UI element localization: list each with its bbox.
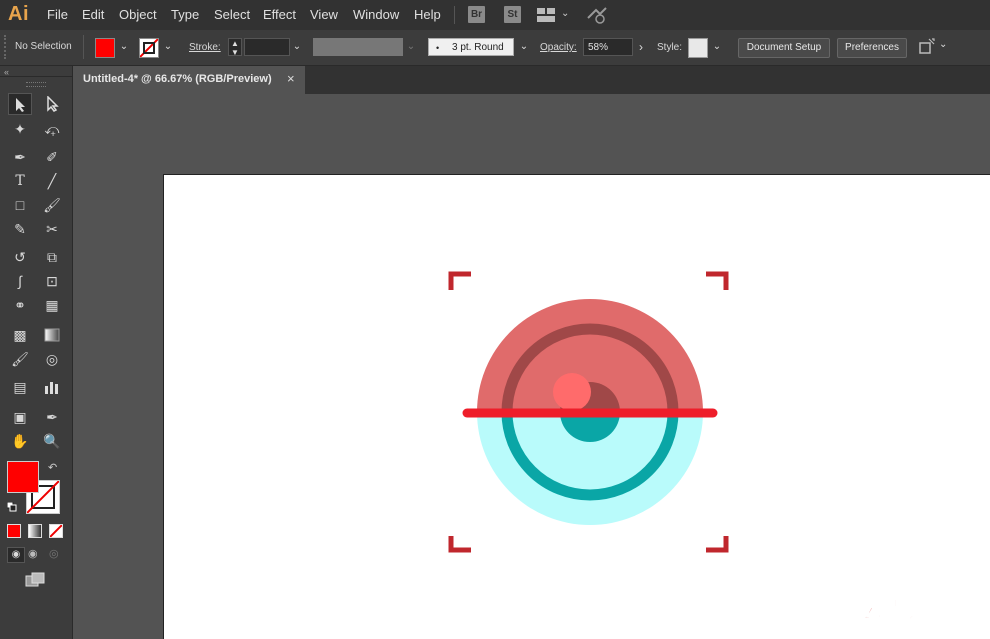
opacity-input[interactable]: 58%: [583, 38, 633, 56]
type-tool-icon[interactable]: T: [8, 170, 32, 192]
fill-dropdown-chevron-icon[interactable]: ⌄: [117, 37, 131, 57]
document-setup-button[interactable]: Document Setup: [738, 38, 830, 58]
control-bar: No Selection ⌄ ⌄ Stroke: ▲ ▼ ⌄ ⌄ • 3 pt. …: [0, 30, 990, 66]
workspace-layout-icon[interactable]: [537, 8, 555, 25]
artboard[interactable]: 云南龙网: [163, 174, 990, 639]
menu-window[interactable]: Window: [353, 7, 399, 22]
line-segment-tool-icon[interactable]: ╱: [40, 170, 64, 192]
bottom-left-bracket: [448, 536, 471, 553]
panel-grip[interactable]: [4, 35, 8, 59]
eyedropper-tool-icon[interactable]: 🖌: [8, 348, 32, 370]
swap-colors-icon[interactable]: ↶: [48, 461, 57, 474]
perspective-grid-tool-icon[interactable]: ▦: [40, 294, 64, 316]
menu-edit[interactable]: Edit: [82, 7, 104, 22]
style-label: Style:: [657, 42, 683, 53]
stroke-weight-stepper[interactable]: ▲ ▼: [228, 38, 242, 57]
brush-chevron-icon[interactable]: ⌄: [517, 37, 531, 57]
blend-tool-icon[interactable]: ◎: [40, 348, 64, 370]
column-graph-tool-icon[interactable]: [40, 376, 64, 398]
mesh-tool-icon[interactable]: ▩: [8, 324, 32, 346]
warp-tool-icon[interactable]: ∫: [8, 270, 32, 292]
top-left-bracket: [448, 271, 471, 290]
rectangle-tool-icon[interactable]: □: [8, 194, 32, 216]
direct-selection-tool-icon[interactable]: [40, 93, 64, 115]
bottom-right-bracket: [706, 536, 729, 553]
paintbrush-tool-icon[interactable]: 🖌: [40, 194, 64, 216]
top-right-bracket: [706, 271, 729, 290]
style-chevron-icon[interactable]: ⌄: [710, 37, 724, 57]
document-tab[interactable]: Untitled-4* @ 66.67% (RGB/Preview) ×: [73, 66, 305, 94]
scissors-tool-icon[interactable]: ✂: [40, 218, 64, 240]
brush-label: 3 pt. Round: [452, 42, 504, 53]
draw-normal-icon[interactable]: ◉: [7, 547, 25, 563]
gradient-mode-icon[interactable]: [28, 524, 42, 538]
profile-chevron-icon[interactable]: ⌄: [404, 37, 418, 57]
divider: [0, 76, 72, 77]
magic-wand-tool-icon[interactable]: ✦: [8, 118, 32, 140]
scale-tool-icon[interactable]: ⧉: [40, 246, 64, 268]
selection-status: No Selection: [15, 41, 72, 52]
color-mode-icon[interactable]: [7, 524, 21, 538]
stroke-weight-input[interactable]: [244, 38, 290, 56]
draw-behind-icon[interactable]: ◉: [28, 547, 38, 560]
artboard-tool-icon[interactable]: ▣: [8, 406, 32, 428]
preferences-button[interactable]: Preferences: [837, 38, 907, 58]
free-transform-tool-icon[interactable]: ⊡: [40, 270, 64, 292]
panel-grip[interactable]: [26, 82, 46, 87]
tools-panel: « ✦ ⤽ ✒ ✐ T ╱ □ 🖌 ✎ ✂ ↺ ⧉ ∫ ⊡ ⚭ ▦ ▩ 🖌 ◎ …: [0, 66, 73, 639]
gpu-performance-icon[interactable]: [586, 6, 608, 27]
curvature-tool-icon[interactable]: ✐: [40, 146, 64, 168]
close-tab-icon[interactable]: ×: [287, 71, 295, 86]
graphic-style-swatch[interactable]: [688, 38, 708, 58]
opacity-label[interactable]: Opacity:: [540, 42, 577, 53]
artwork[interactable]: [163, 174, 990, 639]
menu-view[interactable]: View: [310, 7, 338, 22]
bridge-button[interactable]: Br: [468, 6, 485, 23]
stroke-swatch[interactable]: [139, 38, 159, 58]
document-tab-bar: Untitled-4* @ 66.67% (RGB/Preview) ×: [73, 66, 990, 94]
symbol-sprayer-tool-icon[interactable]: ▤: [8, 376, 32, 398]
brush-dot-icon: •: [436, 43, 440, 53]
panel-menu-chevron-icon[interactable]: ⌄: [939, 39, 947, 50]
rotate-tool-icon[interactable]: ↺: [8, 246, 32, 268]
menu-object[interactable]: Object: [119, 7, 157, 22]
document-tab-title: Untitled-4* @ 66.67% (RGB/Preview): [83, 73, 272, 85]
pen-tool-icon[interactable]: ✒: [8, 146, 32, 168]
menu-divider: [454, 6, 455, 24]
shaper-tool-icon[interactable]: ✎: [8, 218, 32, 240]
menu-file[interactable]: File: [47, 7, 68, 22]
pupil-highlight: [553, 373, 591, 411]
menu-help[interactable]: Help: [414, 7, 441, 22]
divider: [83, 35, 84, 59]
lasso-tool-icon[interactable]: ⤽: [40, 118, 64, 140]
stock-button[interactable]: St: [504, 6, 521, 23]
brush-definition[interactable]: • 3 pt. Round: [428, 38, 514, 56]
default-colors-icon[interactable]: [6, 501, 17, 512]
stroke-weight-chevron-icon[interactable]: ⌄: [290, 37, 304, 57]
menu-type[interactable]: Type: [171, 7, 199, 22]
zoom-tool-icon[interactable]: 🔍: [40, 430, 64, 452]
stroke-label[interactable]: Stroke:: [189, 42, 221, 53]
variable-width-profile[interactable]: [313, 38, 403, 56]
screen-mode-icon[interactable]: [25, 572, 47, 591]
gradient-tool-icon[interactable]: [40, 324, 64, 346]
slice-tool-icon[interactable]: ✒: [40, 406, 64, 428]
hand-tool-icon[interactable]: ✋: [8, 430, 32, 452]
none-mode-icon[interactable]: [49, 524, 63, 538]
menu-select[interactable]: Select: [214, 7, 250, 22]
fill-color-box-front[interactable]: [7, 461, 39, 493]
menu-bar: Ai File Edit Object Type Select Effect V…: [0, 0, 990, 30]
opacity-arrow-icon[interactable]: ›: [634, 37, 648, 57]
fill-swatch[interactable]: [95, 38, 115, 58]
selection-tool-icon[interactable]: [8, 93, 32, 115]
shape-builder-tool-icon[interactable]: ⚭: [8, 294, 32, 316]
draw-inside-icon[interactable]: ◎: [49, 547, 59, 560]
menu-effect[interactable]: Effect: [263, 7, 296, 22]
watermark-logo: 云南龙网: [861, 598, 954, 624]
app-logo: Ai: [8, 3, 29, 25]
transform-panel-icon[interactable]: [917, 38, 935, 59]
chevron-down-icon[interactable]: ⌄: [561, 8, 569, 19]
stroke-dropdown-chevron-icon[interactable]: ⌄: [161, 37, 175, 57]
